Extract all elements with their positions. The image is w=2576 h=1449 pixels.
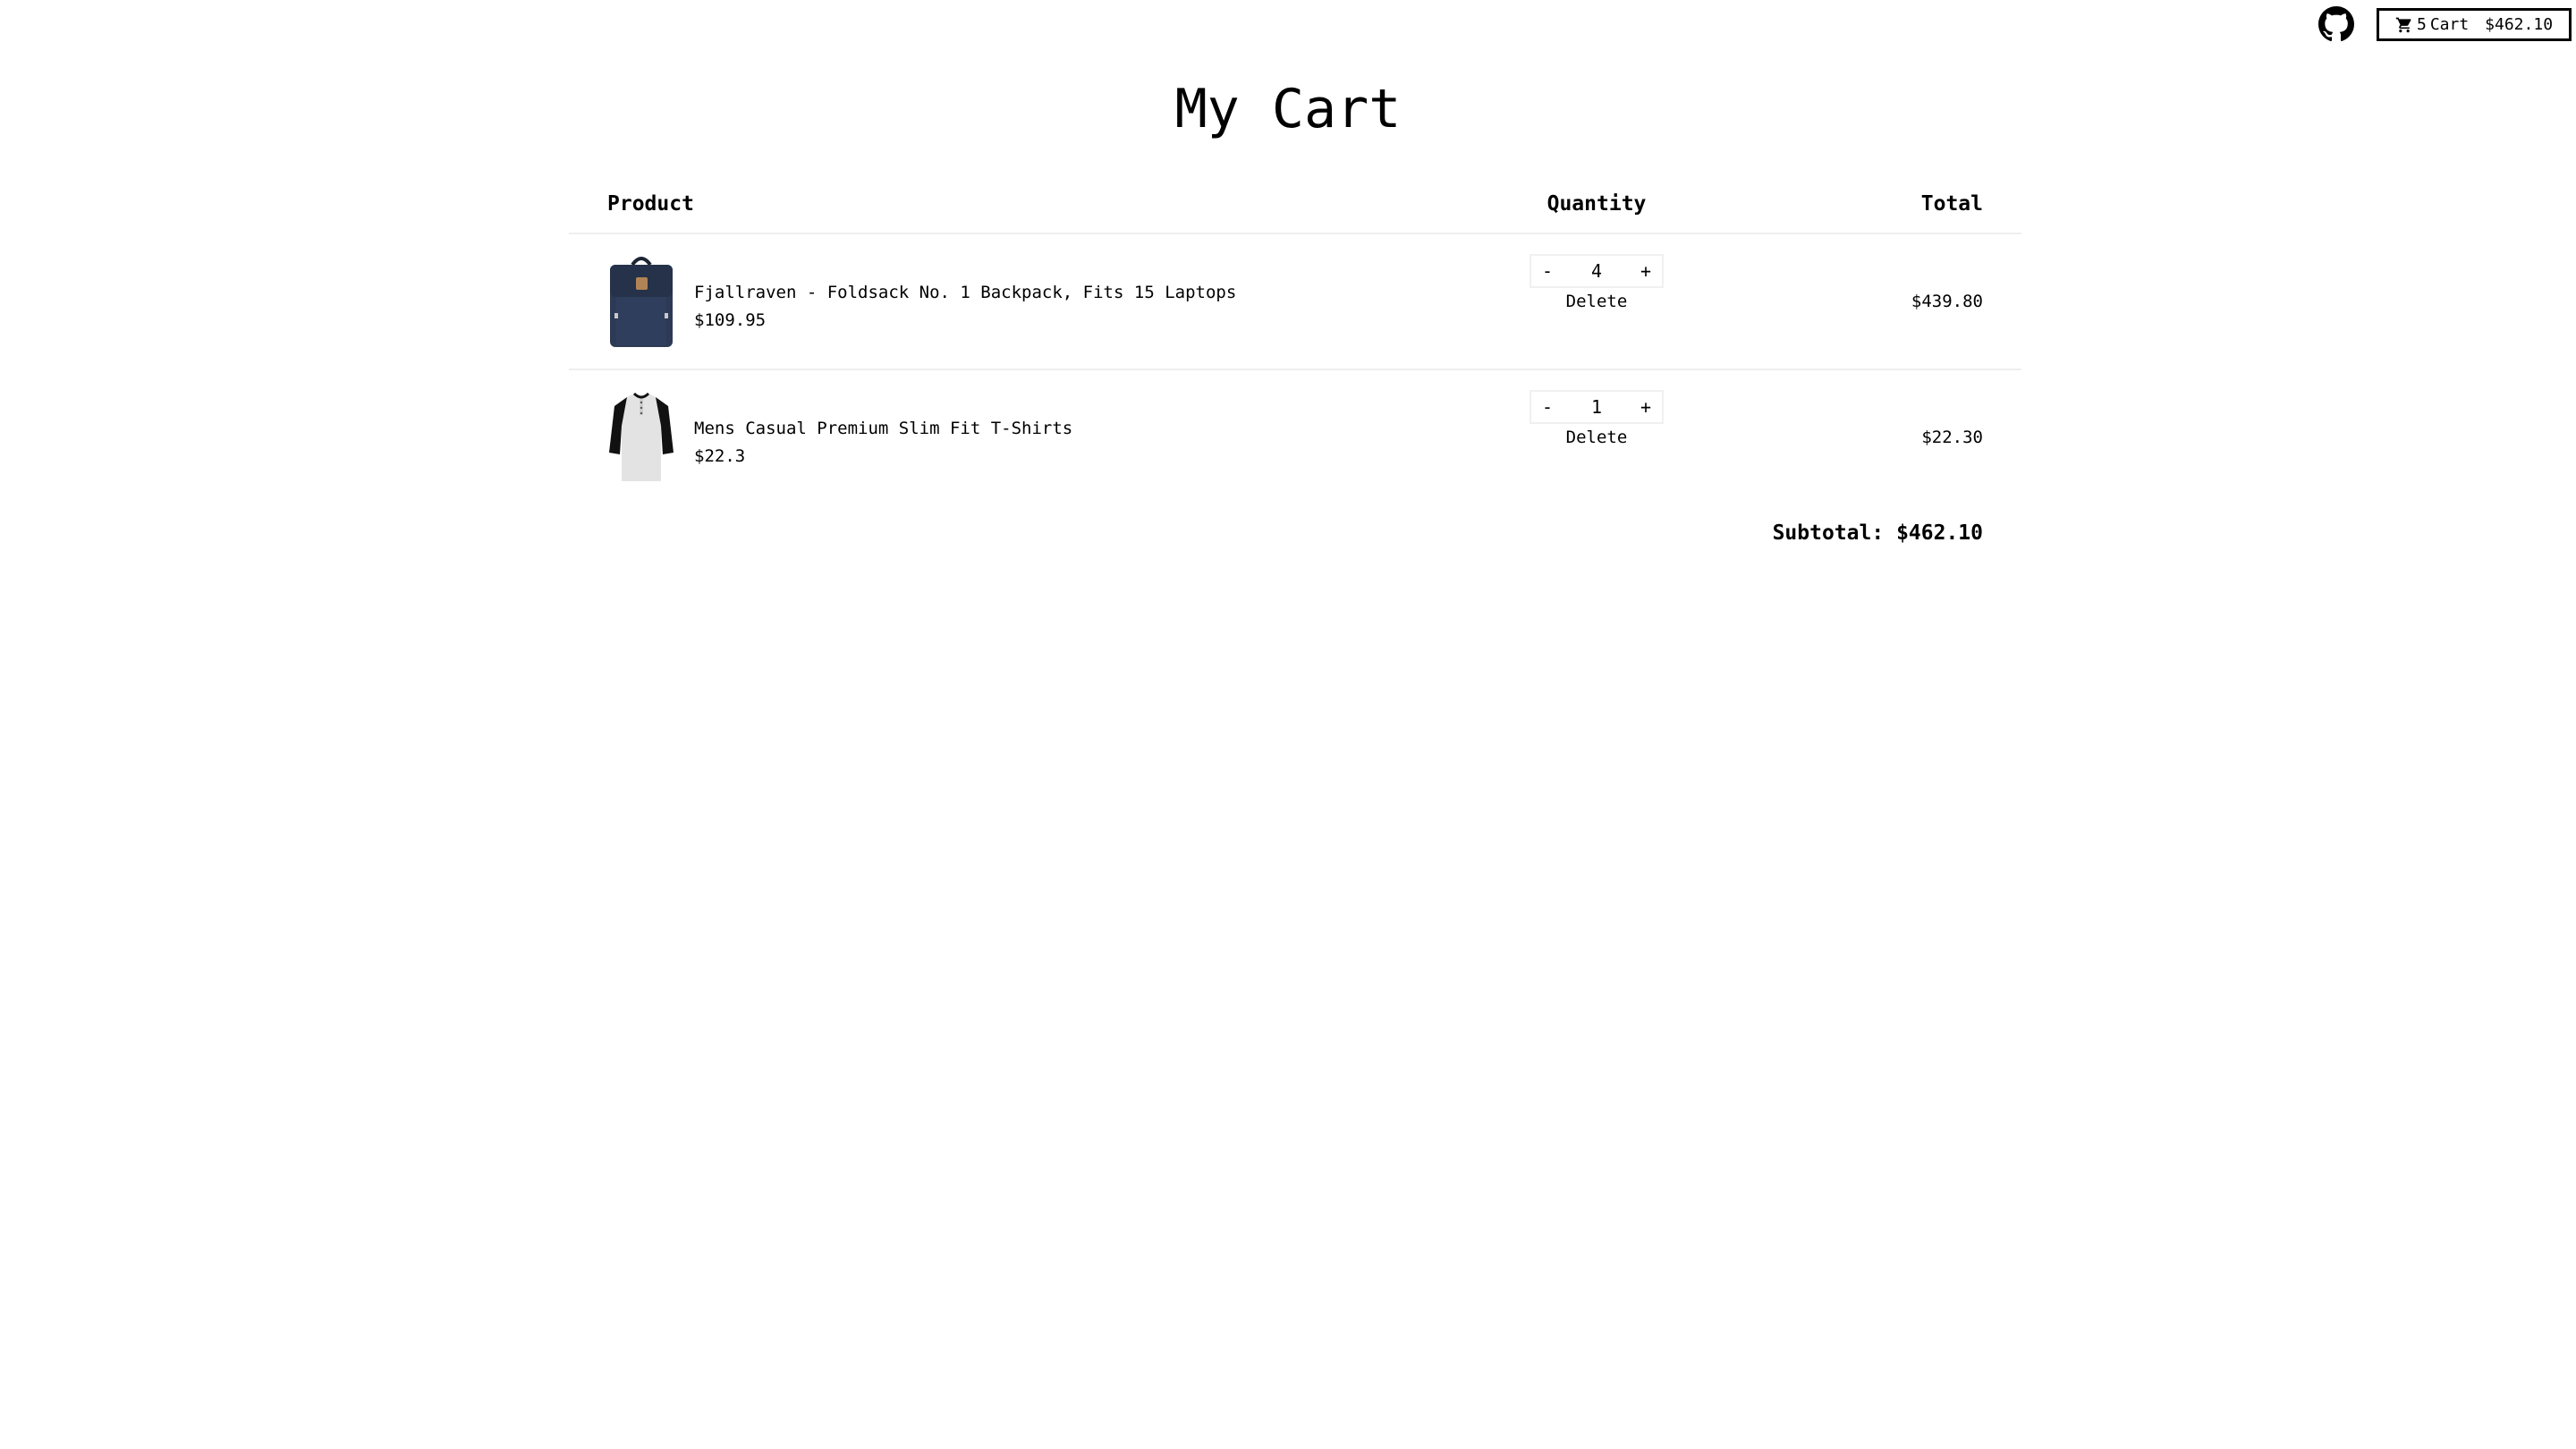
github-link[interactable] — [2318, 6, 2354, 42]
tshirt-product-image[interactable] — [607, 390, 675, 485]
table-header: Product Quantity Total — [569, 175, 2021, 234]
quantity-stepper: - 1 + — [1530, 390, 1664, 424]
row-total: $439.80 — [1911, 292, 1983, 311]
cart-button[interactable]: 5 Cart $462.10 — [2377, 8, 2572, 41]
row-total: $22.30 — [1921, 428, 1983, 447]
delete-button[interactable]: Delete — [1530, 426, 1664, 449]
product-price: $22.3 — [694, 446, 746, 466]
shopping-cart-icon — [2395, 16, 2413, 34]
cart-table: Product Quantity Total Fjallraven - Fold… — [569, 175, 2021, 504]
table-row: Mens Casual Premium Slim Fit T-Shirts $2… — [569, 370, 2021, 504]
column-header-product: Product — [607, 192, 694, 216]
subtotal-label: Subtotal: — [1772, 521, 1885, 545]
quantity-value[interactable]: 4 — [1570, 256, 1623, 286]
subtotal-value: $462.10 — [1896, 521, 1983, 545]
github-icon — [2318, 6, 2354, 42]
decrement-button[interactable]: - — [1531, 256, 1563, 286]
cart-label: Cart — [2429, 15, 2470, 34]
product-info: Fjallraven - Foldsack No. 1 Backpack, Fi… — [694, 279, 1236, 335]
increment-button[interactable]: + — [1630, 392, 1662, 422]
cart-total: $462.10 — [2485, 15, 2554, 34]
product-info: Mens Casual Premium Slim Fit T-Shirts $2… — [694, 415, 1072, 470]
column-header-total: Total — [1920, 192, 1983, 216]
quantity-control: - 1 + Delete — [1530, 390, 1664, 449]
subtotal: Subtotal: $462.10 — [569, 517, 1983, 549]
page-title: My Cart — [1174, 78, 1402, 140]
decrement-button[interactable]: - — [1531, 392, 1563, 422]
quantity-value[interactable]: 1 — [1570, 392, 1623, 422]
cart-count: 5 — [2416, 15, 2427, 34]
increment-button[interactable]: + — [1630, 256, 1662, 286]
column-header-quantity: Quantity — [1546, 192, 1647, 216]
delete-button[interactable]: Delete — [1530, 290, 1664, 313]
quantity-stepper: - 4 + — [1530, 254, 1664, 288]
table-row: Fjallraven - Foldsack No. 1 Backpack, Fi… — [569, 234, 2021, 370]
top-bar: 5 Cart $462.10 — [0, 0, 2576, 50]
product-price: $109.95 — [694, 310, 767, 330]
product-name[interactable]: Mens Casual Premium Slim Fit T-Shirts — [694, 415, 1072, 443]
quantity-control: - 4 + Delete — [1530, 254, 1664, 313]
backpack-product-image[interactable] — [607, 254, 675, 349]
product-name[interactable]: Fjallraven - Foldsack No. 1 Backpack, Fi… — [694, 279, 1236, 307]
